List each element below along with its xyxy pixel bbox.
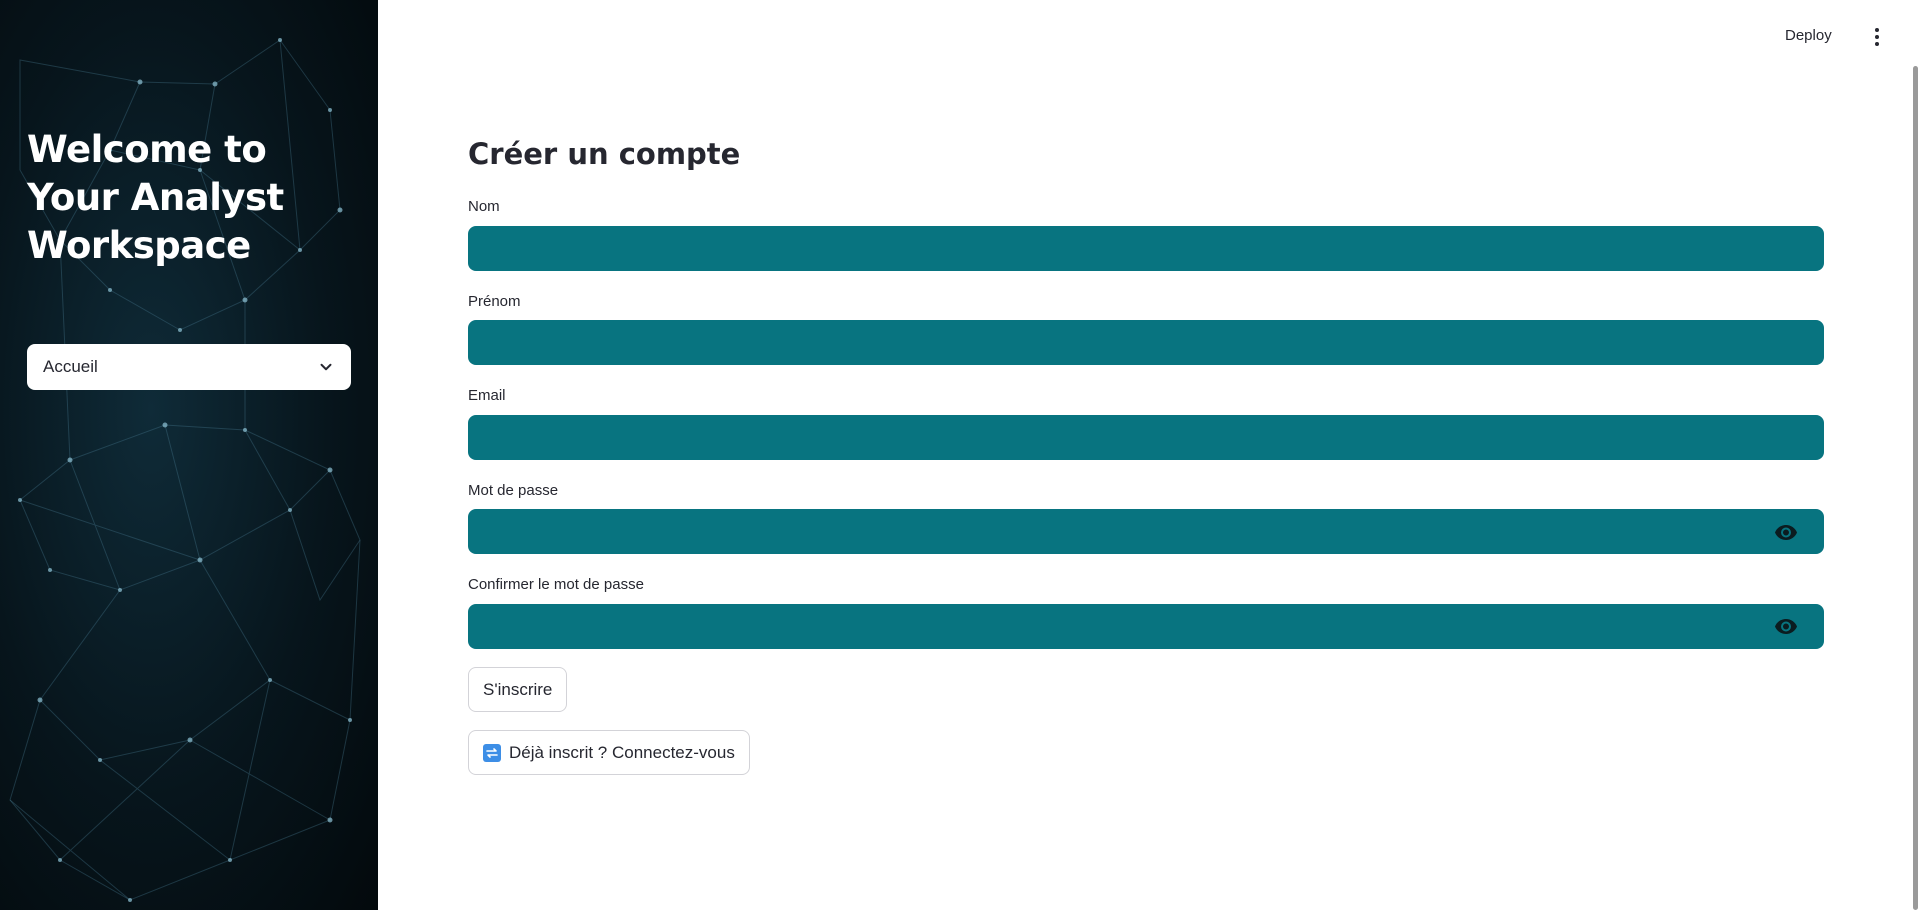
scrollbar[interactable]: [1913, 66, 1918, 910]
deploy-button[interactable]: Deploy: [1785, 27, 1832, 44]
nom-input[interactable]: [468, 226, 1824, 271]
confirm-password-label: Confirmer le mot de passe: [468, 576, 644, 593]
kebab-menu-icon[interactable]: [1868, 28, 1886, 50]
eye-icon[interactable]: [1774, 614, 1798, 638]
prenom-input[interactable]: [468, 320, 1824, 365]
email-label: Email: [468, 387, 506, 404]
signup-button[interactable]: S'inscrire: [468, 667, 568, 712]
nom-label: Nom: [468, 198, 500, 215]
login-link-button[interactable]: Déjà inscrit ? Connectez-vous: [468, 730, 750, 775]
swap-icon: [483, 743, 501, 762]
page-select[interactable]: Accueil: [27, 344, 351, 390]
password-input[interactable]: [468, 509, 1824, 554]
sidebar-title: Welcome to Your Analyst Workspace: [27, 128, 284, 267]
email-input[interactable]: [468, 415, 1824, 460]
prenom-label: Prénom: [468, 293, 521, 310]
confirm-password-input[interactable]: [468, 604, 1824, 649]
chevron-down-icon: [320, 363, 332, 371]
page-select-value: Accueil: [43, 357, 98, 376]
sidebar: Welcome to Your Analyst Workspace Accuei…: [0, 0, 378, 910]
eye-icon[interactable]: [1774, 520, 1798, 544]
page-title: Créer un compte: [468, 137, 741, 171]
password-label: Mot de passe: [468, 482, 559, 499]
login-link-label: Déjà inscrit ? Connectez-vous: [509, 742, 735, 762]
